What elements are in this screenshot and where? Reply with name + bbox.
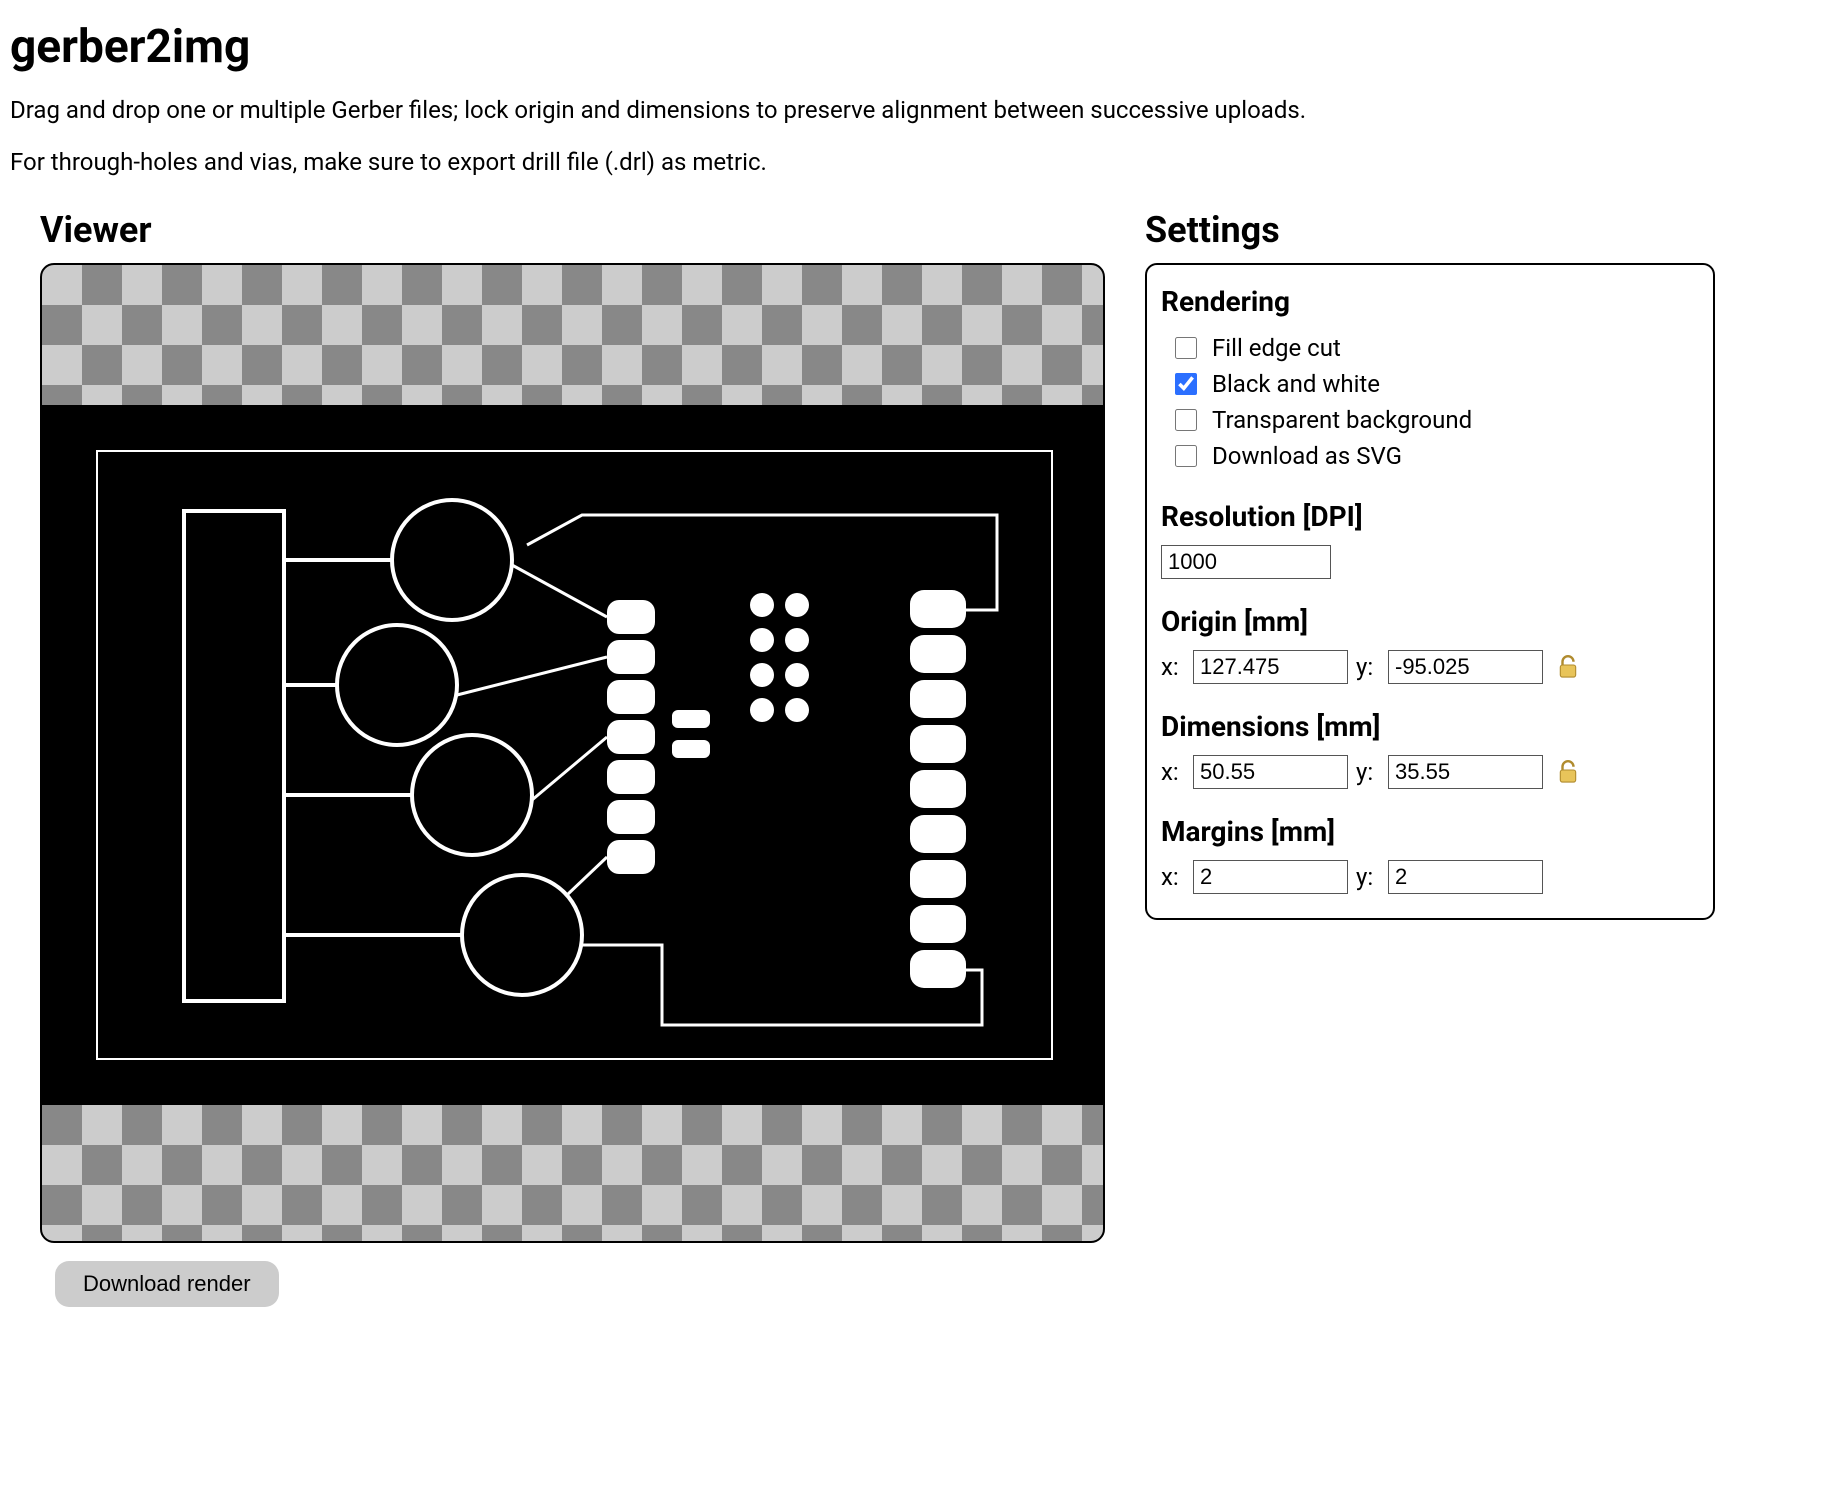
origin-x-label: x:	[1161, 653, 1185, 681]
transparent-bg-label: Transparent background	[1212, 406, 1472, 434]
intro-line-1: Drag and drop one or multiple Gerber fil…	[10, 94, 1836, 128]
dimensions-y-label: y:	[1356, 758, 1380, 786]
transparent-bg-row[interactable]: Transparent background	[1161, 402, 1691, 438]
margins-x-input[interactable]	[1193, 860, 1348, 894]
pcb-render	[42, 405, 1105, 1105]
settings-heading: Settings	[1145, 209, 1715, 251]
black-and-white-checkbox[interactable]	[1175, 373, 1197, 395]
fill-edge-cut-label: Fill edge cut	[1212, 334, 1341, 362]
origin-heading: Origin [mm]	[1161, 605, 1691, 638]
dimensions-y-input[interactable]	[1388, 755, 1543, 789]
fill-edge-cut-row[interactable]: Fill edge cut	[1161, 330, 1691, 366]
margins-y-input[interactable]	[1388, 860, 1543, 894]
resolution-input[interactable]	[1161, 545, 1331, 579]
viewer-dropzone[interactable]	[40, 263, 1105, 1243]
dimensions-heading: Dimensions [mm]	[1161, 710, 1691, 743]
origin-y-input[interactable]	[1388, 650, 1543, 684]
download-svg-label: Download as SVG	[1212, 442, 1402, 470]
margins-heading: Margins [mm]	[1161, 815, 1691, 848]
dimensions-x-input[interactable]	[1193, 755, 1348, 789]
viewer-heading: Viewer	[40, 209, 1105, 251]
margins-y-label: y:	[1356, 863, 1380, 891]
black-and-white-label: Black and white	[1212, 370, 1380, 398]
fill-edge-cut-checkbox[interactable]	[1175, 337, 1197, 359]
download-render-button[interactable]: Download render	[55, 1261, 279, 1307]
download-svg-row[interactable]: Download as SVG	[1161, 438, 1691, 474]
margins-x-label: x:	[1161, 863, 1185, 891]
page-title: gerber2img	[10, 20, 1836, 74]
settings-panel: Rendering Fill edge cut Black and white …	[1145, 263, 1715, 920]
download-svg-checkbox[interactable]	[1175, 445, 1197, 467]
rendering-heading: Rendering	[1161, 285, 1691, 318]
origin-x-input[interactable]	[1193, 650, 1348, 684]
transparent-bg-checkbox[interactable]	[1175, 409, 1197, 431]
black-and-white-row[interactable]: Black and white	[1161, 366, 1691, 402]
origin-y-label: y:	[1356, 653, 1380, 681]
intro-line-2: For through-holes and vias, make sure to…	[10, 146, 1836, 180]
resolution-heading: Resolution [DPI]	[1161, 500, 1691, 533]
dimensions-x-label: x:	[1161, 758, 1185, 786]
lock-origin-icon[interactable]	[1557, 654, 1579, 680]
lock-dimensions-icon[interactable]	[1557, 759, 1579, 785]
